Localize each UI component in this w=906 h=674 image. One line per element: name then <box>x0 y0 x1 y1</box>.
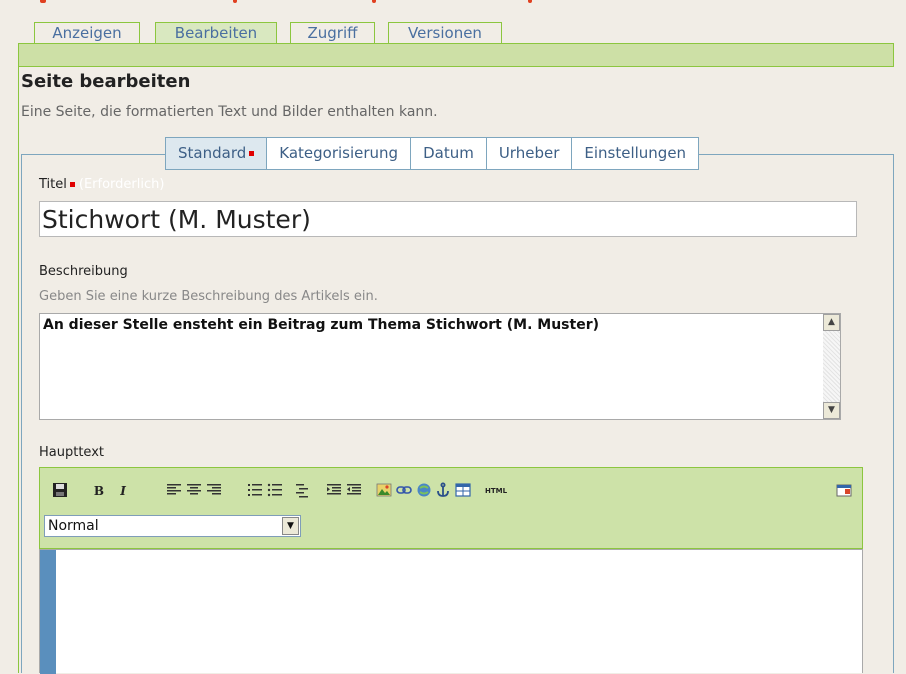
image-icon[interactable] <box>376 482 392 498</box>
page-description: Eine Seite, die formatierten Text und Bi… <box>21 104 438 120</box>
format-select-value: Normal <box>48 518 99 534</box>
cropped-top-strip <box>0 0 906 8</box>
external-link-icon[interactable] <box>416 482 432 498</box>
ordered-list-icon[interactable] <box>247 482 263 498</box>
scroll-down-arrow-icon[interactable]: ▼ <box>823 402 840 419</box>
subtab-bar: Standard Kategorisierung Datum Urheber E… <box>165 137 700 170</box>
tab-versionen[interactable]: Versionen <box>388 22 502 44</box>
required-marker-icon <box>69 182 75 187</box>
align-right-icon[interactable] <box>206 482 222 498</box>
description-label: Beschreibung <box>39 264 128 279</box>
subtab-standard-label: Standard <box>178 144 247 162</box>
subtab-standard[interactable]: Standard <box>166 138 268 169</box>
scroll-up-arrow-icon[interactable]: ▲ <box>823 314 840 331</box>
align-left-icon[interactable] <box>166 482 182 498</box>
chevron-down-icon[interactable]: ▼ <box>282 517 299 535</box>
header-bar <box>18 44 894 67</box>
description-textarea[interactable]: An dieser Stelle ensteht ein Beitrag zum… <box>39 313 841 420</box>
tab-zugriff[interactable]: Zugriff <box>290 22 375 44</box>
tab-bearbeiten[interactable]: Bearbeiten <box>155 22 277 44</box>
description-text: An dieser Stelle ensteht ein Beitrag zum… <box>43 317 599 333</box>
subtab-datum[interactable]: Datum <box>411 138 487 169</box>
html-source-button[interactable]: HTML <box>480 483 512 499</box>
editor-margin <box>40 550 56 674</box>
link-icon[interactable] <box>396 482 412 498</box>
rich-text-editor[interactable] <box>39 549 863 674</box>
subtab-kategorisierung[interactable]: Kategorisierung <box>267 138 412 169</box>
tab-anzeigen[interactable]: Anzeigen <box>34 22 140 44</box>
required-marker-icon <box>249 151 255 156</box>
save-icon[interactable] <box>52 482 68 498</box>
italic-button[interactable]: I <box>116 483 130 499</box>
description-scrollbar[interactable]: ▲ ▼ <box>823 314 840 419</box>
subtab-urheber[interactable]: Urheber <box>487 138 573 169</box>
align-center-icon[interactable] <box>186 482 202 498</box>
definition-list-icon[interactable] <box>294 482 310 498</box>
format-select[interactable]: Normal ▼ <box>44 515 301 537</box>
outdent-icon[interactable] <box>346 482 362 498</box>
unordered-list-icon[interactable] <box>267 482 283 498</box>
bold-button[interactable]: B <box>92 483 106 499</box>
frame-border <box>18 67 19 673</box>
description-hint: Geben Sie eine kurze Beschreibung des Ar… <box>39 289 378 304</box>
required-note: (Erforderlich) <box>78 177 165 192</box>
subtab-einstellungen[interactable]: Einstellungen <box>572 138 698 169</box>
indent-icon[interactable] <box>326 482 342 498</box>
editor-toolbar: B I HTML Normal ▼ <box>39 467 863 549</box>
fullscreen-icon[interactable] <box>836 482 852 498</box>
page-title: Seite bearbeiten <box>21 71 191 92</box>
table-icon[interactable] <box>455 482 471 498</box>
body-label: Haupttext <box>39 445 104 460</box>
title-input[interactable] <box>39 201 857 237</box>
anchor-icon[interactable] <box>435 482 451 498</box>
title-label: Titel (Erforderlich) <box>39 177 164 192</box>
title-label-text: Titel <box>39 177 67 192</box>
